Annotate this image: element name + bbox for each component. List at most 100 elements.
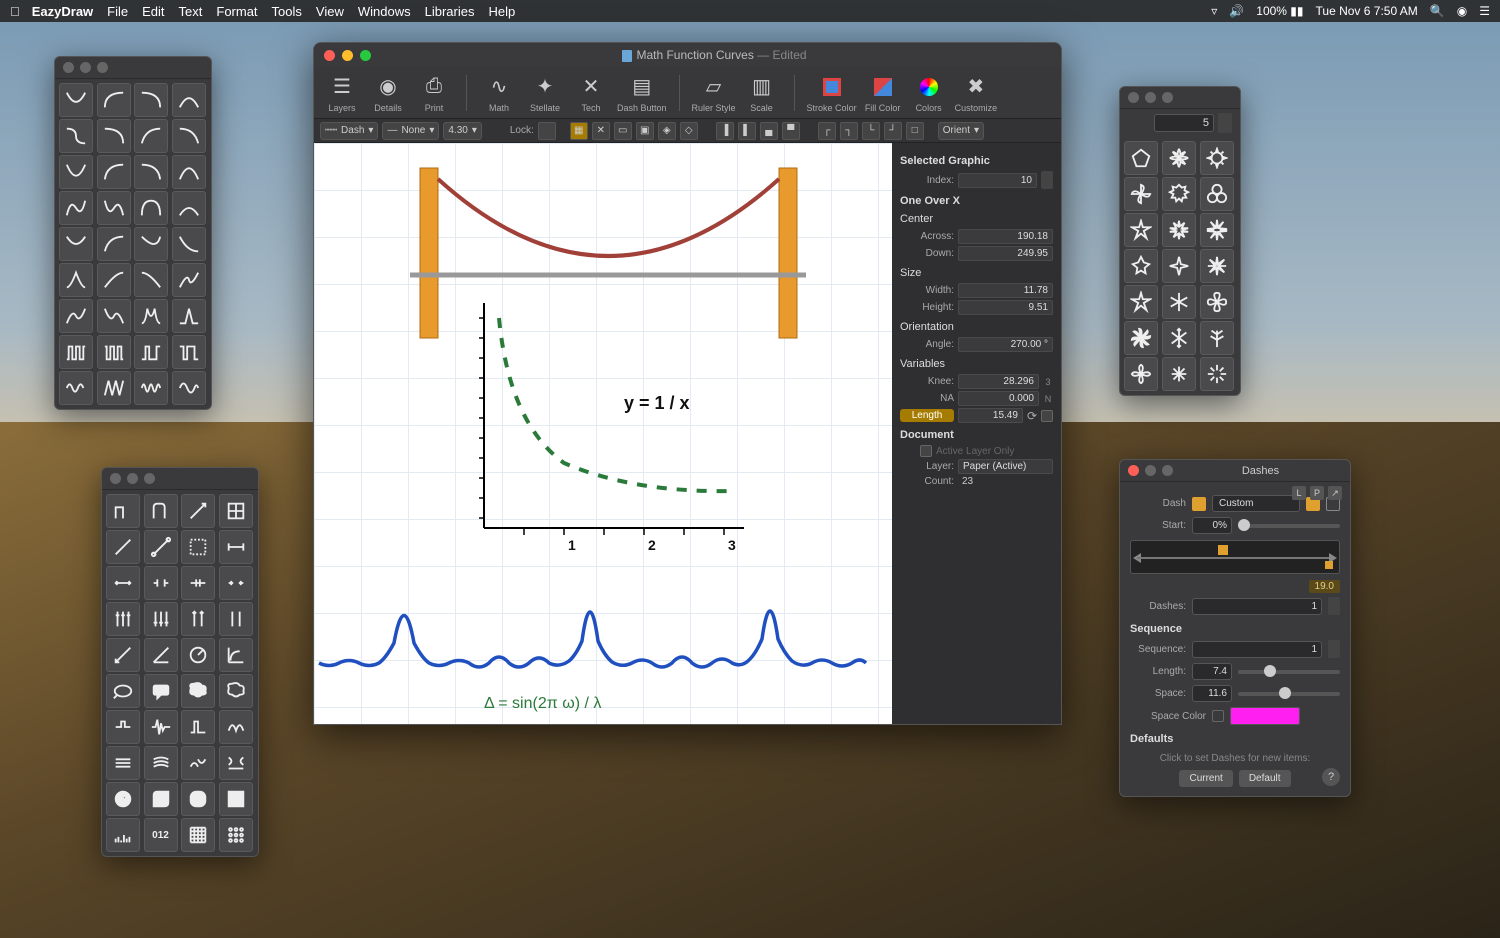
curve-tool[interactable]: [172, 299, 206, 333]
flip-btn[interactable]: ▀: [782, 122, 800, 140]
dashes-stepper[interactable]: [1328, 597, 1340, 615]
panel-mode-icon[interactable]: P: [1310, 486, 1324, 500]
tech-tool[interactable]: [181, 782, 215, 816]
tech-tool[interactable]: [181, 566, 215, 600]
flip-btn[interactable]: ▐: [716, 122, 734, 140]
minimize-icon[interactable]: [1145, 92, 1156, 103]
tech-tool[interactable]: [181, 530, 215, 564]
curve-tool[interactable]: [59, 191, 93, 225]
dash-mode-select[interactable]: Custom: [1212, 495, 1300, 512]
align-btn[interactable]: ◈: [658, 122, 676, 140]
default-button[interactable]: Default: [1239, 770, 1291, 787]
tech-tool[interactable]: [219, 566, 253, 600]
length-value[interactable]: 7.4: [1192, 663, 1232, 680]
volume-icon[interactable]: 🔊: [1229, 4, 1244, 18]
curve-tool[interactable]: [172, 155, 206, 189]
curve-tool[interactable]: [59, 227, 93, 261]
curve-tool[interactable]: [59, 263, 93, 297]
tech-tool[interactable]: [106, 782, 140, 816]
curve-tool[interactable]: [172, 335, 206, 369]
angle-value[interactable]: 270.00 °: [958, 337, 1053, 352]
tech-tool[interactable]: [144, 494, 178, 528]
curve-tool[interactable]: [172, 263, 206, 297]
snowflake-icon[interactable]: [1162, 321, 1196, 355]
curve-tool[interactable]: [97, 335, 131, 369]
math-button[interactable]: ∿Math: [479, 73, 519, 113]
shape-points-input[interactable]: [1154, 114, 1214, 132]
close-icon[interactable]: [110, 473, 121, 484]
width-value[interactable]: 11.78: [958, 283, 1053, 298]
clock[interactable]: Tue Nov 6 7:50 AM: [1316, 4, 1418, 18]
menu-windows[interactable]: Windows: [358, 4, 411, 19]
menu-file[interactable]: File: [107, 4, 128, 19]
curves-palette-titlebar[interactable]: [55, 57, 211, 79]
tech-tool[interactable]: [181, 710, 215, 744]
flip-btn[interactable]: ▄: [760, 122, 778, 140]
tech-button[interactable]: ✕Tech: [571, 73, 611, 113]
technical-palette-titlebar[interactable]: [102, 468, 258, 490]
burst-icon[interactable]: [1200, 213, 1234, 247]
tech-tool[interactable]: [181, 494, 215, 528]
align-btn[interactable]: ▦: [570, 122, 588, 140]
trefoil-icon[interactable]: [1200, 177, 1234, 211]
zoom-icon[interactable]: [1162, 465, 1173, 476]
menu-libraries[interactable]: Libraries: [425, 4, 475, 19]
curve-tool[interactable]: [134, 371, 168, 405]
badge-icon[interactable]: [1162, 177, 1196, 211]
curve-tool[interactable]: [172, 119, 206, 153]
main-titlebar[interactable]: Math Function Curves — Edited: [314, 43, 1061, 67]
rays-icon[interactable]: [1200, 357, 1234, 391]
tech-tool[interactable]: [219, 530, 253, 564]
tech-tool[interactable]: [144, 530, 178, 564]
curve-tool[interactable]: [134, 191, 168, 225]
tech-tool[interactable]: [181, 602, 215, 636]
menu-tools[interactable]: Tools: [272, 4, 302, 19]
menu-format[interactable]: Format: [216, 4, 257, 19]
zoom-icon[interactable]: [144, 473, 155, 484]
dash-swatch[interactable]: [1192, 497, 1206, 511]
corner-btn[interactable]: └: [862, 122, 880, 140]
siri-icon[interactable]: ◉: [1457, 4, 1467, 18]
close-icon[interactable]: [324, 50, 335, 61]
curve-tool[interactable]: [172, 227, 206, 261]
curve-tool[interactable]: [172, 371, 206, 405]
panel-mode-icon[interactable]: L: [1292, 486, 1306, 500]
align-btn[interactable]: ◇: [680, 122, 698, 140]
curve-tool[interactable]: [134, 119, 168, 153]
curve-tool[interactable]: [134, 83, 168, 117]
panel-mode-icon[interactable]: ↗: [1328, 486, 1342, 500]
fan-icon[interactable]: [1200, 285, 1234, 319]
active-layer-checkbox[interactable]: [920, 445, 932, 457]
shape-points-stepper[interactable]: [1218, 113, 1232, 133]
tech-tool[interactable]: [144, 602, 178, 636]
down-value[interactable]: 249.95: [958, 246, 1053, 261]
flower-icon[interactable]: [1162, 141, 1196, 175]
length-slider[interactable]: [1238, 670, 1340, 674]
refresh-icon[interactable]: ⟳: [1027, 409, 1037, 423]
star-outline-icon[interactable]: [1124, 285, 1158, 319]
star-icon[interactable]: [1124, 213, 1158, 247]
layer-select[interactable]: Paper (Active): [958, 459, 1053, 474]
tech-tool[interactable]: [219, 710, 253, 744]
sequence-value[interactable]: 1: [1192, 641, 1322, 658]
minimize-icon[interactable]: [80, 62, 91, 73]
tech-tool[interactable]: [106, 746, 140, 780]
curve-tool[interactable]: [97, 299, 131, 333]
apple-menu-icon[interactable]: : [10, 4, 20, 19]
tech-tool[interactable]: [106, 566, 140, 600]
layers-button[interactable]: ☰Layers: [322, 73, 362, 113]
menu-edit[interactable]: Edit: [142, 4, 164, 19]
curve-tool[interactable]: [134, 263, 168, 297]
colors-button[interactable]: Colors: [909, 73, 949, 113]
curve-tool[interactable]: [59, 155, 93, 189]
zoom-icon[interactable]: [1162, 92, 1173, 103]
curve-tool[interactable]: [134, 155, 168, 189]
customize-button[interactable]: ✖Customize: [955, 73, 998, 113]
tech-tool[interactable]: [106, 530, 140, 564]
height-value[interactable]: 9.51: [958, 300, 1053, 315]
zoom-icon[interactable]: [97, 62, 108, 73]
curve-tool[interactable]: [97, 119, 131, 153]
knee-value[interactable]: 28.296: [958, 374, 1039, 389]
canvas[interactable]: y = 1 / x 1 2 3 Δ = sin(2π ω) / λ: [314, 143, 894, 725]
corner-btn[interactable]: ┐: [840, 122, 858, 140]
